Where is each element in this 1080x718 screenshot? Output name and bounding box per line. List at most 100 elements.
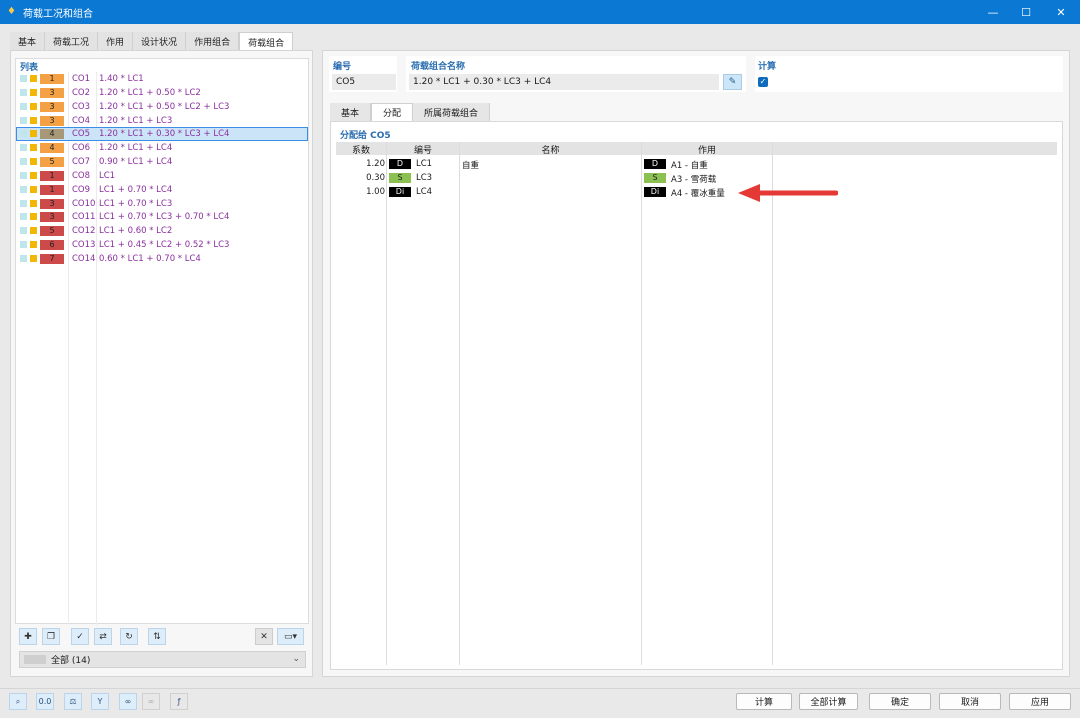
combination-formula: LC1 + 0.70 * LC4: [99, 184, 173, 195]
list-item[interactable]: 5 CO7 0.90 * LC1 + LC4: [16, 155, 308, 169]
situation-badge: 1: [40, 170, 64, 181]
check-all-icon[interactable]: ✓: [71, 628, 89, 645]
lc-type-tag: S: [389, 173, 411, 183]
table-row[interactable]: 1.20 D LC1 自重 D A1 - 自重: [336, 157, 1057, 171]
number-label: 编号: [333, 62, 352, 72]
lc-type-tag: D: [389, 159, 411, 169]
table-row[interactable]: 0.30 S LC3 S A3 - 雪荷载: [336, 171, 1057, 185]
lc-cell: LC3: [416, 173, 433, 183]
combination-formula: 0.90 * LC1 + LC4: [99, 157, 173, 168]
list-item[interactable]: 5 CO12 LC1 + 0.60 * LC2: [16, 224, 308, 238]
situation-badge: 7: [40, 253, 64, 264]
status-swatch: [20, 144, 27, 152]
list-item[interactable]: 1 CO9 LC1 + 0.70 * LC4: [16, 183, 308, 197]
lc-type-tag: Di: [389, 187, 411, 197]
type-swatch: [30, 254, 37, 262]
status-swatch: [20, 199, 27, 207]
renumber-icon[interactable]: ↻: [120, 628, 138, 645]
lc-cell: LC4: [416, 187, 433, 197]
type-swatch: [30, 130, 37, 138]
tab-load-cases[interactable]: 荷载工况: [45, 32, 99, 50]
list-filter-select[interactable]: 全部 (14) ⌄: [19, 651, 306, 668]
list-item[interactable]: 3 CO3 1.20 * LC1 + 0.50 * LC2 + LC3: [16, 100, 308, 114]
subtab-assignment[interactable]: 分配: [371, 103, 414, 121]
status-swatch: [20, 116, 27, 124]
table-row[interactable]: 1.00 Di LC4 Di A4 - 覆冰重量: [336, 185, 1057, 199]
list-item[interactable]: 7 CO14 0.60 * LC1 + 0.70 * LC4: [16, 252, 308, 266]
link-icon[interactable]: ∞: [119, 693, 137, 710]
list-item[interactable]: 3 CO2 1.20 * LC1 + 0.50 * LC2: [16, 86, 308, 100]
header-factor: 系数: [351, 146, 370, 156]
title-bar: ♦ 荷载工况和组合 — ☐ ✕: [0, 0, 1080, 24]
subtab-parent-combinations[interactable]: 所属荷载组合: [413, 103, 491, 121]
list-item[interactable]: 3 CO11 LC1 + 0.70 * LC3 + 0.70 * LC4: [16, 210, 308, 224]
header-name: 名称: [541, 146, 560, 156]
status-swatch: [20, 88, 27, 96]
list-item[interactable]: 1 CO1 1.40 * LC1: [16, 72, 308, 86]
name-cell: 自重: [462, 161, 480, 171]
column-divider: [772, 142, 773, 665]
combination-formula: LC1 + 0.70 * LC3: [99, 198, 173, 209]
ok-button[interactable]: 确定: [869, 693, 931, 710]
function-icon[interactable]: ƒ: [170, 693, 188, 710]
calculate-button[interactable]: 计算: [736, 693, 792, 710]
new-item-icon[interactable]: ✚: [19, 628, 37, 645]
combination-id: CO10: [72, 198, 96, 209]
apply-button[interactable]: 应用: [1009, 693, 1071, 710]
status-swatch: [20, 171, 27, 179]
subtab-basic[interactable]: 基本: [330, 103, 372, 121]
column-divider: [641, 142, 642, 665]
list-item[interactable]: 3 CO4 1.20 * LC1 + LC3: [16, 114, 308, 128]
combination-formula: 1.40 * LC1: [99, 74, 144, 84]
status-swatch: [20, 130, 27, 138]
combination-id: CO2: [72, 87, 91, 98]
factor-cell: 0.30: [366, 173, 385, 183]
action-type-tag: S: [644, 173, 666, 183]
type-swatch: [30, 185, 37, 193]
toggle-check-icon[interactable]: ⇄: [94, 628, 112, 645]
edit-name-icon[interactable]: ✎: [723, 74, 742, 90]
search-icon[interactable]: ⌕: [9, 693, 27, 710]
list-item[interactable]: 1 CO8 LC1: [16, 169, 308, 183]
combination-formula: 0.60 * LC1 + 0.70 * LC4: [99, 253, 201, 264]
minimize-icon[interactable]: —: [975, 0, 1011, 24]
view-options-icon[interactable]: ▭▾: [277, 628, 304, 645]
cancel-button[interactable]: 取消: [939, 693, 1001, 710]
list-item[interactable]: 4 CO6 1.20 * LC1 + LC4: [16, 141, 308, 155]
combination-id: CO7: [72, 157, 91, 168]
situation-badge: 3: [40, 101, 64, 112]
tab-load-combinations[interactable]: 荷载组合: [239, 32, 294, 51]
list-item[interactable]: 6 CO13 LC1 + 0.45 * LC2 + 0.52 * LC3: [16, 238, 308, 252]
delete-icon[interactable]: ✕: [255, 628, 273, 645]
maximize-icon[interactable]: ☐: [1008, 0, 1044, 24]
tab-basic[interactable]: 基本: [10, 32, 46, 50]
type-swatch: [30, 75, 37, 82]
situation-badge: 3: [40, 212, 64, 223]
status-swatch: [20, 227, 27, 235]
calc-group: [755, 56, 1063, 92]
combination-id: CO9: [72, 184, 91, 195]
number-field[interactable]: CO5: [332, 74, 396, 90]
tab-action-combinations[interactable]: 作用组合: [186, 32, 240, 50]
name-field[interactable]: 1.20 * LC1 + 0.30 * LC3 + LC4: [409, 74, 719, 90]
calc-checkbox[interactable]: ✓: [758, 77, 768, 87]
list-item[interactable]: 3 CO10 LC1 + 0.70 * LC3: [16, 197, 308, 211]
situation-badge: 4: [40, 143, 64, 154]
filter-icon[interactable]: Y: [91, 693, 109, 710]
decimal-icon[interactable]: 0.0: [36, 693, 54, 710]
combination-id: CO8: [72, 170, 91, 181]
action-cell: A3 - 雪荷载: [671, 175, 717, 185]
combination-formula: LC1: [99, 170, 116, 181]
copy-item-icon[interactable]: ❐: [42, 628, 60, 645]
list-rows: 1 CO1 1.40 * LC1 3 CO2 1.20 * LC1 + 0.50 * LC…: [16, 72, 308, 266]
unlink-icon[interactable]: ∞: [142, 693, 160, 710]
close-icon[interactable]: ✕: [1043, 0, 1079, 24]
tab-actions[interactable]: 作用: [98, 32, 134, 50]
tab-design-situations[interactable]: 设计状况: [133, 32, 187, 50]
sort-icon[interactable]: ⇅: [148, 628, 166, 645]
calculate-all-button[interactable]: 全部计算: [799, 693, 858, 710]
combination-formula: 1.20 * LC1 + 0.30 * LC3 + LC4: [99, 129, 230, 140]
units-icon[interactable]: ⚖: [64, 693, 82, 710]
sub-tabs: 基本 分配 所属荷载组合: [330, 103, 491, 121]
list-item[interactable]: 4 CO5 1.20 * LC1 + 0.30 * LC3 + LC4: [16, 127, 308, 142]
